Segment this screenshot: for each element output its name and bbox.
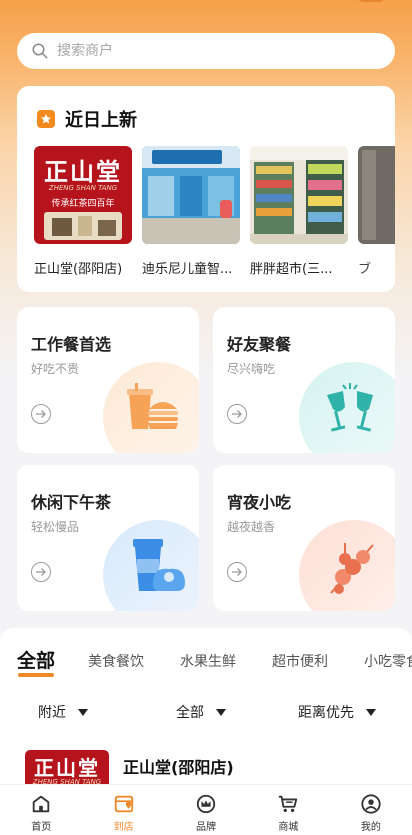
cheers-glasses-icon xyxy=(327,383,373,432)
new-shop-card[interactable]: 胖胖超市(三... xyxy=(250,146,348,277)
shop-photo xyxy=(358,146,395,244)
new-shop-card[interactable]: 迪乐尼儿童智... xyxy=(142,146,240,277)
arrow-right-icon[interactable] xyxy=(31,404,51,424)
filter-sort[interactable]: 距离优先 xyxy=(298,702,376,722)
home-icon xyxy=(32,795,50,813)
tabbar-store[interactable]: 到店 xyxy=(82,785,164,835)
tab-snacks[interactable]: 小吃零食 xyxy=(364,651,412,671)
burger-cup-icon xyxy=(127,383,178,429)
new-arrivals-header: 近日上新 xyxy=(37,106,137,132)
tabbar-label: 我的 xyxy=(360,822,381,833)
store-icon xyxy=(114,795,133,813)
category-title: 宵夜小吃 xyxy=(227,493,292,512)
tab-supermarket[interactable]: 超市便利 xyxy=(272,651,328,671)
star-badge-icon xyxy=(37,110,55,128)
tab-food[interactable]: 美食餐饮 xyxy=(88,651,144,671)
tea-box-image xyxy=(44,212,122,240)
shop-name: 迪乐尼儿童智... xyxy=(142,262,233,277)
dropdown-arrow-icon xyxy=(366,708,376,716)
tabbar-label: 首页 xyxy=(31,822,52,833)
supermarket-photo xyxy=(250,146,348,244)
logo-pinyin: ZHENG SHAN TANG xyxy=(48,184,118,192)
shop-name: 胖胖超市(三... xyxy=(250,262,333,277)
shop-name: 正山堂(邵阳店) xyxy=(34,262,123,277)
tabbar-label: 品牌 xyxy=(196,822,217,833)
bottom-tab-bar: 首页 到店 品牌 商城 我的 xyxy=(0,784,412,835)
category-tabs: 全部 美食餐饮 水果生鲜 超市便利 小吃零食 xyxy=(0,648,412,682)
tabbar-brand[interactable]: 品牌 xyxy=(165,785,247,835)
cart-icon xyxy=(279,795,298,813)
category-subtitle: 好吃不贵 xyxy=(31,362,80,376)
logo-title: 正山堂 xyxy=(44,157,122,186)
new-arrivals-card: 近日上新 正山堂 ZHENG SHAN TANG 传承红茶四百年 正山堂(邵阳店… xyxy=(17,86,395,292)
search-input[interactable] xyxy=(57,43,357,59)
filter-label: 全部 xyxy=(176,705,204,721)
search-bar[interactable] xyxy=(17,33,395,69)
filter-label: 距离优先 xyxy=(298,705,354,721)
category-card-work-meal[interactable]: 工作餐首选 好吃不贵 xyxy=(17,307,199,453)
search-icon xyxy=(32,43,48,59)
coffee-cup-icon xyxy=(133,539,185,591)
logo-title: 正山堂 xyxy=(34,756,100,780)
tabbar-profile[interactable]: 我的 xyxy=(330,785,412,835)
tabbar-label: 到店 xyxy=(113,822,134,833)
category-title: 休闲下午茶 xyxy=(31,493,112,512)
category-subtitle: 越夜越香 xyxy=(227,520,276,534)
tab-fruit[interactable]: 水果生鲜 xyxy=(180,651,236,671)
logo-slogan: 传承红茶四百年 xyxy=(51,199,115,209)
crown-icon xyxy=(196,794,216,814)
category-title: 好友聚餐 xyxy=(227,335,292,354)
dropdown-arrow-icon xyxy=(78,708,88,716)
profile-icon xyxy=(361,794,381,814)
active-tab-indicator xyxy=(18,673,54,677)
filter-bar: 附近 全部 距离优先 xyxy=(0,702,412,726)
app-screen: 近日上新 正山堂 ZHENG SHAN TANG 传承红茶四百年 正山堂(邵阳店… xyxy=(0,0,412,835)
category-subtitle: 轻松慢品 xyxy=(31,520,80,534)
tabbar-mall[interactable]: 商城 xyxy=(247,785,329,835)
storefront-photo xyxy=(142,146,240,244)
filter-all[interactable]: 全部 xyxy=(176,702,226,722)
category-title: 工作餐首选 xyxy=(31,335,112,354)
skewer-icon xyxy=(330,543,374,594)
tabbar-home[interactable]: 首页 xyxy=(0,785,82,835)
shop-logo-image: 正山堂 ZHENG SHAN TANG 传承红茶四百年 xyxy=(34,146,132,244)
arrow-right-icon[interactable] xyxy=(227,562,247,582)
shop-name: 正山堂(邵阳店) xyxy=(123,758,234,777)
category-card-late-night-snack[interactable]: 宵夜小吃 越夜越香 xyxy=(213,465,395,611)
filter-nearby[interactable]: 附近 xyxy=(38,702,88,722)
filter-label: 附近 xyxy=(38,705,66,721)
arrow-right-icon[interactable] xyxy=(227,404,247,424)
new-shops-row[interactable]: 正山堂 ZHENG SHAN TANG 传承红茶四百年 正山堂(邵阳店) 迪乐尼… xyxy=(34,146,395,286)
new-shop-card[interactable]: 正山堂 ZHENG SHAN TANG 传承红茶四百年 正山堂(邵阳店) xyxy=(34,146,132,277)
dropdown-arrow-icon xyxy=(216,708,226,716)
tabbar-label: 商城 xyxy=(278,822,299,833)
category-subtitle: 尽兴嗨吃 xyxy=(227,362,276,376)
new-arrivals-title: 近日上新 xyxy=(65,110,137,131)
new-shop-card[interactable]: ブ xyxy=(358,146,395,277)
tab-all[interactable]: 全部 xyxy=(17,648,55,673)
category-card-afternoon-tea[interactable]: 休闲下午茶 轻松慢品 xyxy=(17,465,199,611)
shop-name: ブ xyxy=(358,262,372,277)
category-card-friends-dinner[interactable]: 好友聚餐 尽兴嗨吃 xyxy=(213,307,395,453)
arrow-right-icon[interactable] xyxy=(31,562,51,582)
